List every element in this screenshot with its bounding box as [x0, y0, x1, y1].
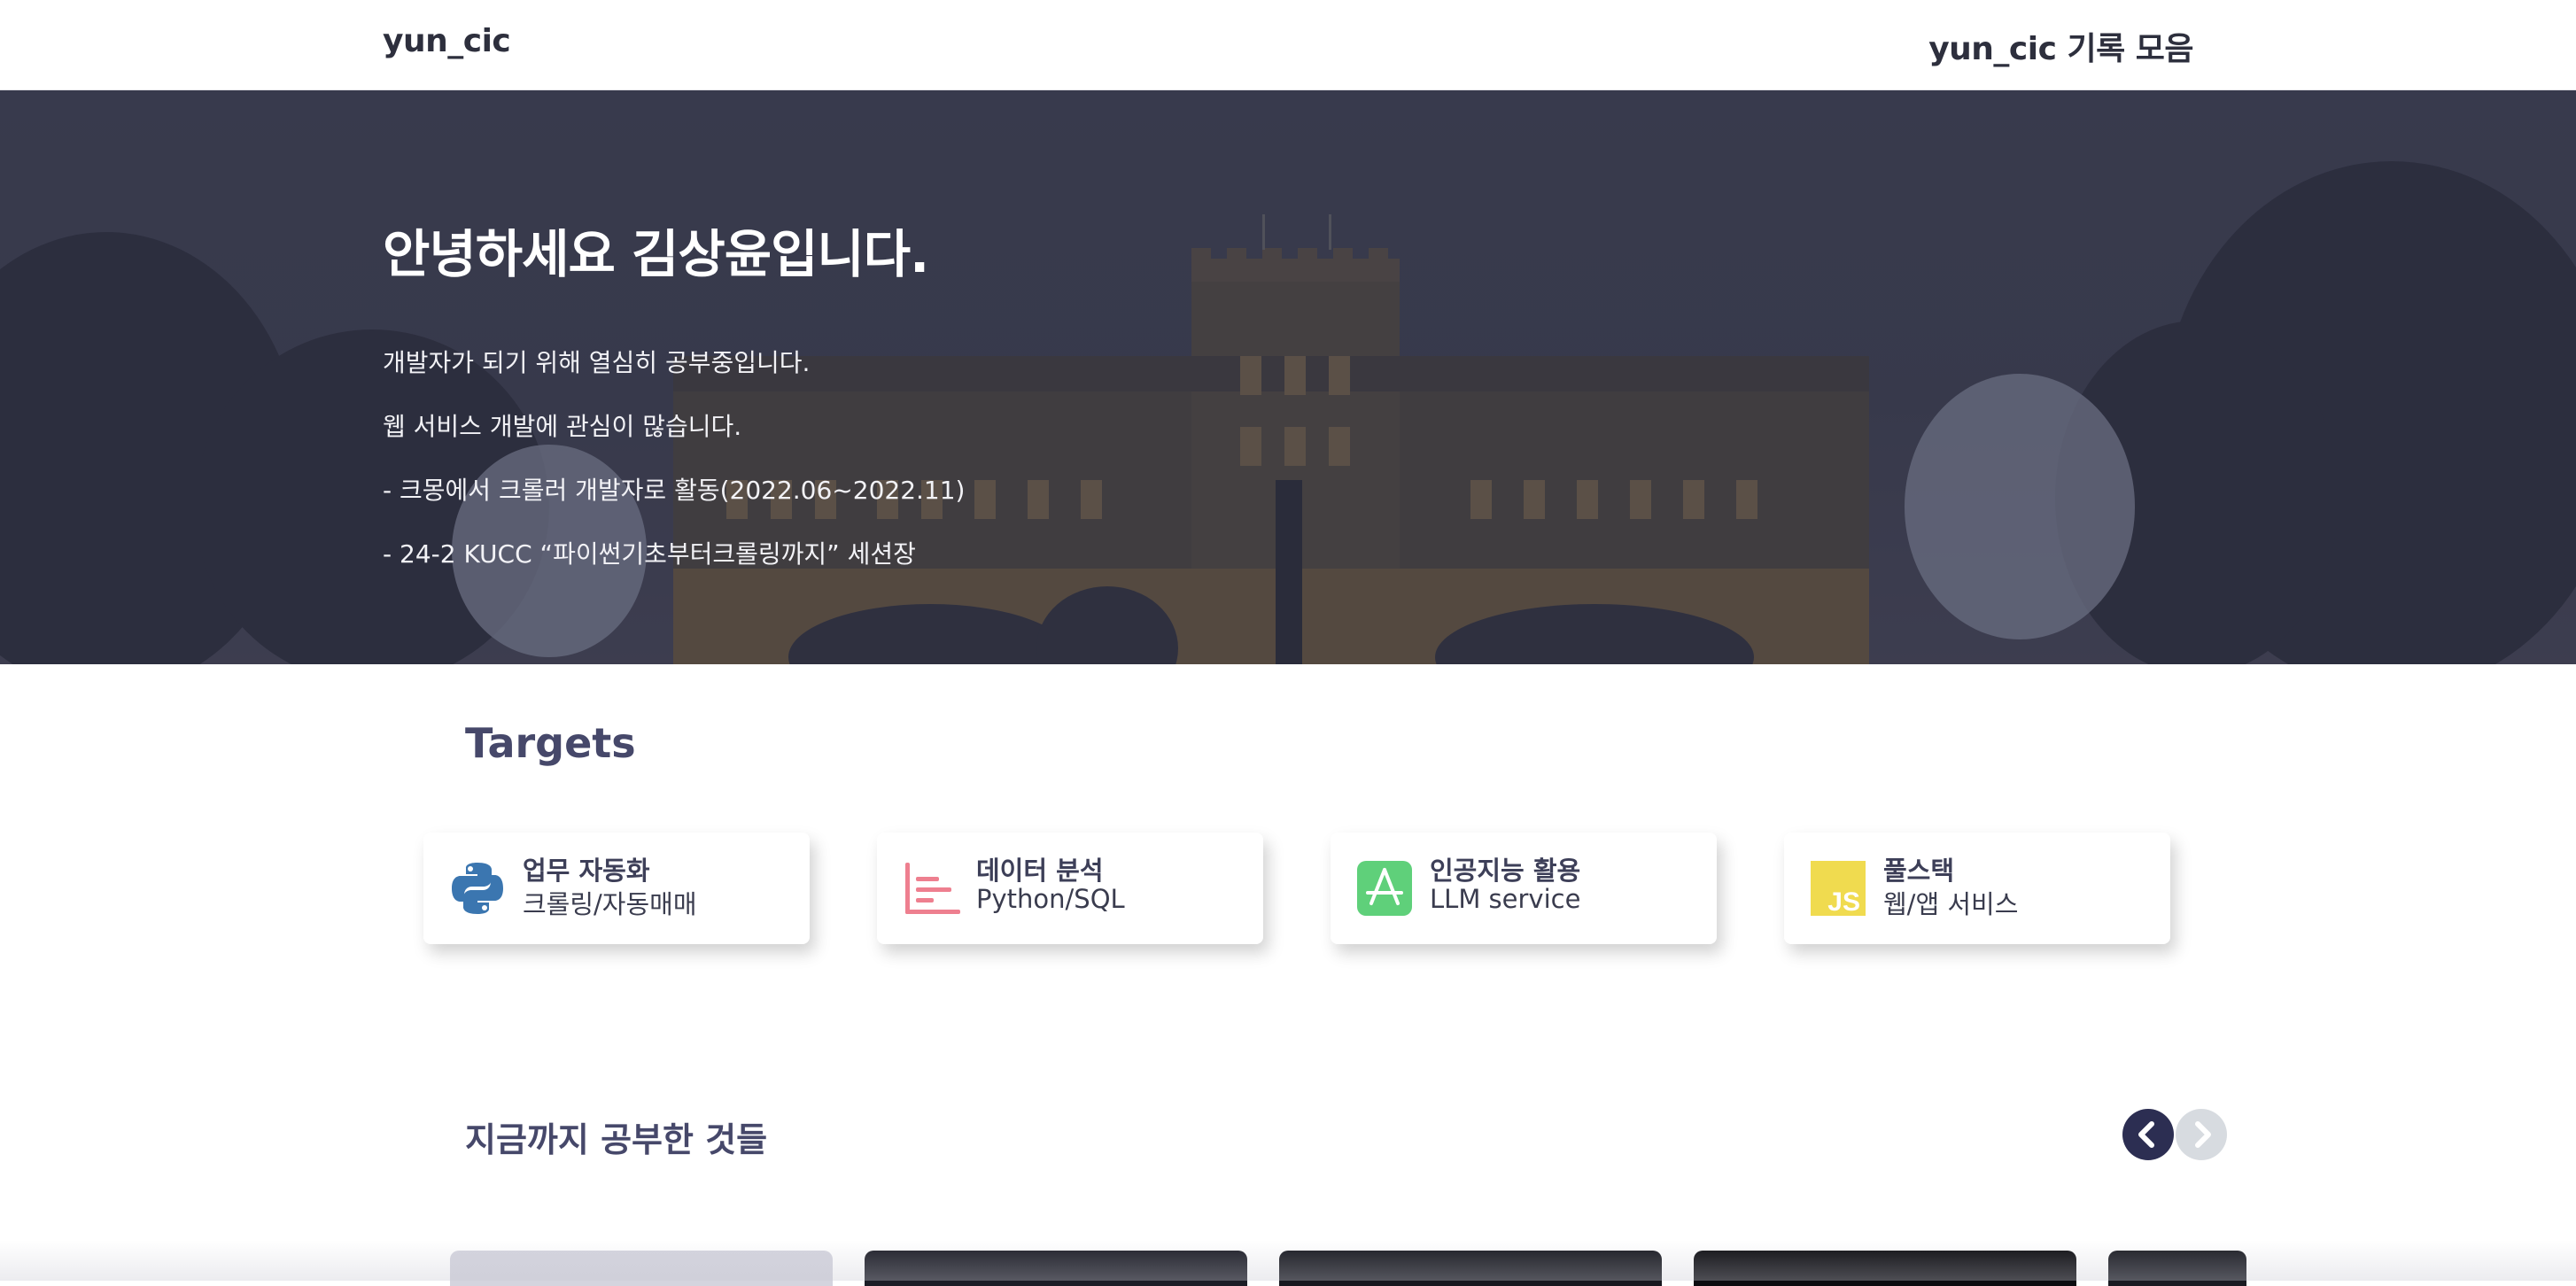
- study-card-thumbnail[interactable]: [450, 1251, 833, 1286]
- app-store-icon: [1357, 861, 1412, 916]
- targets-heading: Targets: [465, 719, 636, 767]
- hero-line: 웹 서비스 개발에 관심이 많습니다.: [383, 412, 742, 441]
- study-card-thumbnail[interactable]: [2108, 1251, 2246, 1286]
- hero-line: - 크몽에서 크롤러 개발자로 활동(2022.06~2022.11): [383, 476, 966, 505]
- target-card-subtitle: 크롤링/자동매매: [523, 889, 697, 919]
- brand-logo[interactable]: yun_cic: [383, 23, 511, 59]
- svg-text:JS: JS: [1827, 887, 1860, 917]
- hero-line: 개발자가 되기 위해 열심히 공부중입니다.: [383, 348, 811, 377]
- target-card-subtitle: LLM service: [1430, 884, 1581, 914]
- hero-title: 안녕하세요 김상윤입니다.: [383, 224, 929, 284]
- chart-icon: [905, 863, 960, 914]
- target-card-title: 인공지능 활용: [1430, 856, 1581, 886]
- target-card-ai[interactable]: 인공지능 활용 LLM service: [1331, 833, 1717, 944]
- study-card-thumbnail[interactable]: [865, 1251, 1247, 1286]
- top-navbar: yun_cic yun_cic 기록 모음: [0, 0, 2576, 90]
- studied-heading: 지금까지 공부한 것들: [465, 1120, 768, 1159]
- carousel-prev-button[interactable]: [2122, 1109, 2174, 1160]
- study-card-thumbnail[interactable]: [1279, 1251, 1662, 1286]
- nav-link-records[interactable]: yun_cic 기록 모음: [1928, 23, 2193, 69]
- carousel-next-button[interactable]: [2176, 1109, 2227, 1160]
- chevron-right-icon: [2195, 1121, 2211, 1148]
- target-card-subtitle: 웹/앱 서비스: [1883, 889, 2019, 919]
- target-card-title: 데이터 분석: [976, 856, 1104, 886]
- python-icon: [452, 863, 503, 914]
- target-card-automation[interactable]: 업무 자동화 크롤링/자동매매: [423, 833, 810, 944]
- javascript-icon: JS: [1811, 861, 1866, 917]
- target-card-subtitle: Python/SQL: [976, 884, 1125, 914]
- target-card-title: 풀스택: [1883, 856, 1955, 886]
- target-card-data-analysis[interactable]: 데이터 분석 Python/SQL: [877, 833, 1263, 944]
- chevron-left-icon: [2138, 1121, 2154, 1148]
- target-card-title: 업무 자동화: [523, 856, 650, 886]
- hero-banner: 안녕하세요 김상윤입니다. 개발자가 되기 위해 열심히 공부중입니다. 웹 서…: [0, 90, 2576, 664]
- hero-line: - 24-2 KUCC “파이썬기초부터크롤링까지” 세션장: [383, 539, 916, 569]
- study-card-thumbnail[interactable]: [1694, 1251, 2076, 1286]
- target-card-fullstack[interactable]: JS 풀스택 웹/앱 서비스: [1784, 833, 2170, 944]
